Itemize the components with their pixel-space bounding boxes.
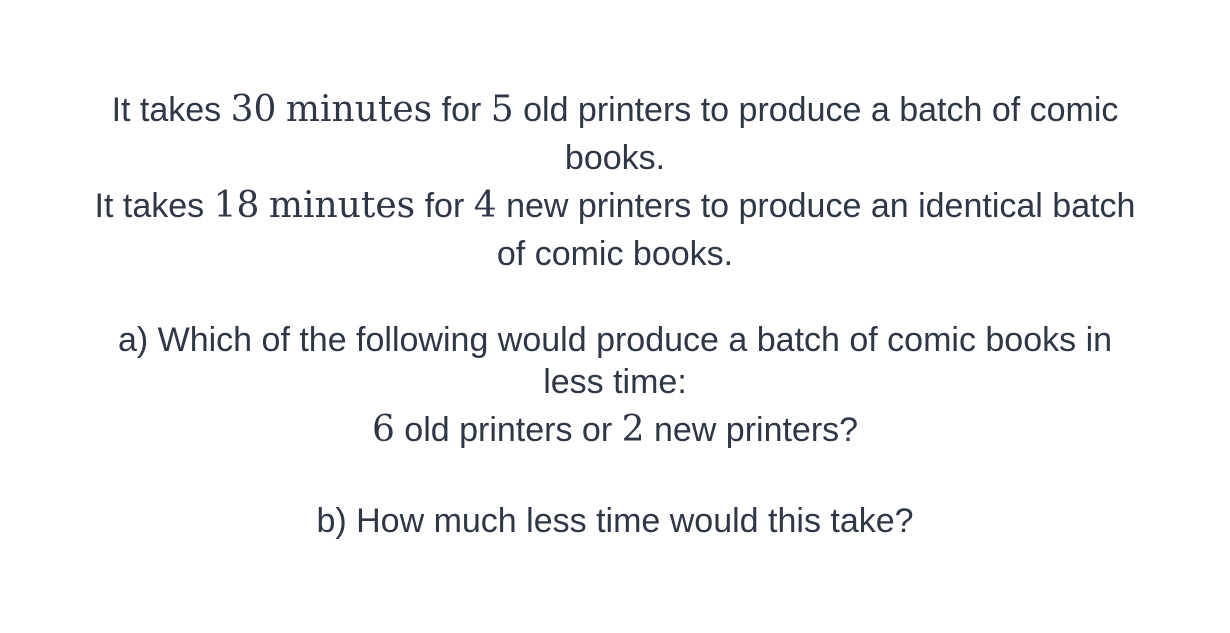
question-text: old printers or [394,411,622,449]
question-b: b) How much less time would this take? [316,502,914,540]
intro-text [259,187,268,225]
intro-line-2: books. [564,139,666,177]
question-a-line-2: less time: [543,363,687,401]
intro-line-1: It takes 30 minutes for 5 old printers t… [0,86,1230,134]
math-unit: minutes [285,89,433,130]
intro-text: It takes [111,91,231,129]
intro-text: for [432,91,491,129]
problem-card: It takes 30 minutes for 5 old printers t… [0,0,1230,633]
intro-text: new printers to produce an identical bat… [496,187,1136,225]
math-number: 4 [473,185,497,226]
question-a-line-1: a) Which of the following would produce … [117,321,1113,359]
question-text: new printers? [644,411,859,449]
intro-text: old printers to produce a batch of comic [513,91,1119,129]
intro-text: for [415,187,474,225]
math-number: 6 [371,409,395,450]
intro-line-3: It takes 18 minutes for 4 new printers t… [0,182,1230,230]
math-number: 30 [230,89,277,130]
intro-line-4: of comic books. [496,235,734,273]
intro-text [276,91,285,129]
math-number: 5 [490,89,514,130]
intro-text: It takes [94,187,214,225]
math-unit: minutes [268,185,416,226]
question-a-line-3: 6 old printers or 2 new printers? [0,406,1230,454]
math-number: 18 [213,185,260,226]
math-number: 2 [621,409,645,450]
